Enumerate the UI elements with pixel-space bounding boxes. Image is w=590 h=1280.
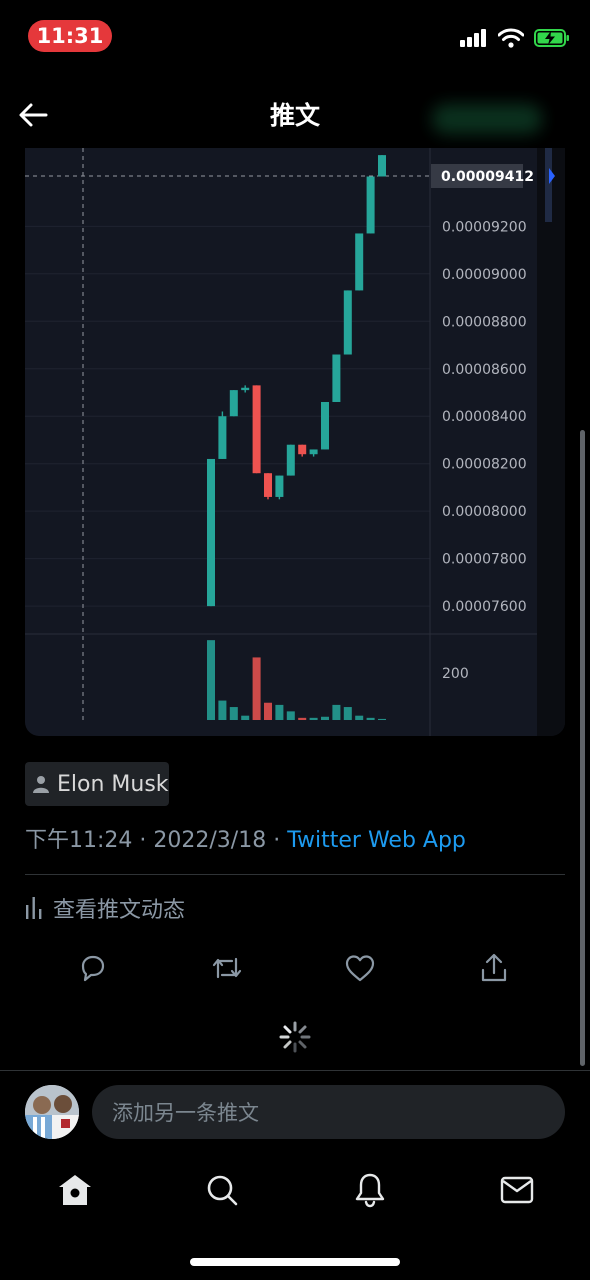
volume-tick-label: 200: [442, 666, 469, 682]
heart-icon: [345, 955, 375, 982]
volume-bar: [355, 715, 364, 720]
volume-bar: [309, 717, 318, 720]
tweet-source-link[interactable]: Twitter Web App: [287, 828, 466, 853]
tweet-header: 推文: [0, 84, 590, 144]
volume-bar: [366, 717, 375, 720]
tweet-time: 下午11:24: [25, 828, 133, 853]
volume-bar: [229, 707, 238, 720]
avatar-image: [25, 1085, 79, 1139]
wifi-icon: [498, 28, 524, 48]
candle-body: [229, 390, 238, 417]
scrollbar[interactable]: [580, 430, 585, 1066]
avatar[interactable]: [25, 1085, 79, 1139]
activity-label: 查看推文动态: [53, 898, 186, 923]
nav-home[interactable]: [53, 1168, 97, 1212]
volume-bar: [378, 718, 386, 720]
bar-chart-icon: [26, 897, 42, 919]
candle-body: [241, 387, 250, 391]
volume-bar: [241, 715, 250, 720]
share-button[interactable]: [474, 946, 514, 990]
volume-bar: [218, 700, 227, 720]
nav-search[interactable]: [200, 1168, 244, 1212]
candlestick-chart: 0.00009200 0.00009000 0.00008800 0.00008600…: [25, 148, 565, 736]
loading-spinner-icon: [279, 1021, 311, 1053]
candle-body: [321, 401, 329, 450]
divider: [25, 874, 565, 875]
status-bar: 11:31: [0, 0, 590, 72]
reply-placeholder: 添加另一条推文: [112, 1101, 259, 1125]
volume-bar: [298, 717, 307, 720]
retweet-button[interactable]: [207, 946, 247, 990]
candle-body: [343, 290, 352, 355]
price-tick-label: 0.00008600: [442, 362, 527, 378]
candle-body: [355, 233, 364, 291]
volume-bar: [321, 716, 329, 720]
header-blurred-element: [432, 104, 542, 134]
volume-bar: [207, 640, 215, 720]
meta-separator: ·: [273, 828, 281, 853]
price-tick-label: 0.00007800: [442, 552, 527, 568]
candle-body: [207, 458, 215, 607]
price-tick-label: 0.00008800: [442, 314, 527, 330]
nav-notifications[interactable]: [348, 1168, 392, 1212]
price-tick-label: 0.00008200: [442, 457, 527, 473]
candle-body: [252, 385, 261, 474]
mail-icon: [500, 1176, 534, 1204]
volume-bar: [264, 702, 272, 720]
volume-bar: [286, 711, 295, 720]
battery-charging-icon: [534, 29, 569, 47]
tweet-chart-image[interactable]: 0.00009200 0.00009000 0.00008800 0.00008600…: [25, 148, 565, 736]
candle-body: [309, 449, 318, 455]
view-tweet-activity[interactable]: 查看推文动态: [25, 892, 185, 924]
status-time: 11:31: [28, 20, 112, 52]
candle-body: [298, 444, 307, 455]
author-tag[interactable]: Elon Musk: [25, 762, 169, 806]
candle-body: [366, 176, 375, 234]
nav-messages[interactable]: [495, 1168, 539, 1212]
person-icon: [33, 776, 49, 793]
home-indicator: [190, 1258, 400, 1266]
author-name: Elon Musk: [57, 771, 169, 797]
meta-separator: ·: [139, 828, 147, 853]
share-icon: [481, 953, 507, 982]
home-icon: [59, 1175, 91, 1205]
candle-body: [275, 475, 284, 497]
reply-bar: 添加另一条推文: [0, 1070, 590, 1150]
search-icon: [207, 1175, 238, 1206]
candle-body: [378, 155, 386, 177]
cellular-signal-icon: [460, 29, 486, 47]
candle-body: [264, 473, 272, 497]
bell-icon: [355, 1173, 385, 1208]
bottom-nav: [0, 1150, 590, 1280]
volume-bar: [252, 657, 261, 720]
like-button[interactable]: [340, 946, 380, 990]
price-tick-label: 0.00008400: [442, 409, 527, 425]
volume-bar: [275, 704, 284, 720]
candle-body: [332, 354, 341, 402]
candle-body: [218, 416, 227, 459]
reply-button[interactable]: [73, 946, 113, 990]
price-tick-label: 0.00008000: [442, 504, 527, 520]
price-tick-label: 0.00009200: [442, 219, 527, 235]
tweet-meta: 下午11:24 · 2022/3/18 · Twitter Web App: [25, 822, 466, 854]
reply-icon: [81, 955, 105, 982]
retweet-icon: [212, 957, 242, 979]
tweet-actions: [0, 946, 590, 996]
volume-bar: [343, 707, 352, 720]
tweet-date: 2022/3/18: [153, 828, 267, 853]
volume-bar: [332, 704, 341, 720]
price-tick-label: 0.00009000: [442, 267, 527, 283]
current-price-label: 0.00009412: [441, 169, 534, 185]
candle-body: [286, 444, 295, 476]
reply-input[interactable]: 添加另一条推文: [92, 1085, 565, 1139]
price-tick-label: 0.00007600: [442, 599, 527, 615]
status-icons: [460, 28, 570, 48]
